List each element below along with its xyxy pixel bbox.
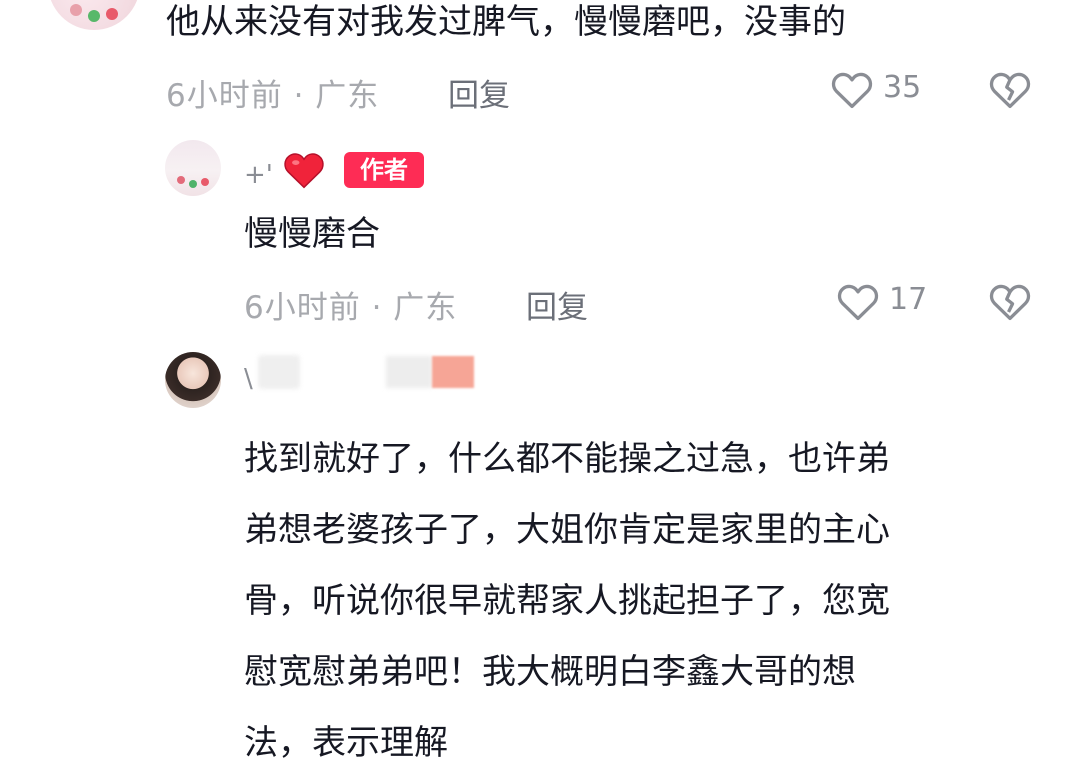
redacted-name bbox=[432, 356, 474, 388]
comment-line: 慰宽慰弟弟吧！我大概明白李鑫大哥的想 bbox=[244, 652, 856, 692]
like-count: 35 bbox=[883, 70, 922, 105]
avatar[interactable] bbox=[165, 140, 221, 196]
username[interactable]: +' bbox=[244, 160, 273, 190]
redacted-name bbox=[258, 355, 300, 389]
red-heart-emoji bbox=[282, 148, 326, 194]
dislike-button[interactable] bbox=[988, 68, 1032, 110]
red-heart-icon bbox=[284, 153, 324, 189]
comment-text: 找到就好了，什么都不能操之过急，也许弟 弟想老婆孩子了，大姐你肯定是家里的主心 … bbox=[244, 424, 1044, 779]
comment-line: 骨，听说你很早就帮家人挑起担子了，您宽 bbox=[244, 581, 890, 621]
like-button[interactable] bbox=[830, 68, 874, 110]
comment-meta: 6小时前 · 广东 bbox=[166, 78, 380, 114]
like-button[interactable] bbox=[836, 280, 880, 322]
comment-line: 弟想老婆孩子了，大姐你肯定是家里的主心 bbox=[244, 510, 890, 550]
author-badge: 作者 bbox=[344, 152, 424, 188]
comment-meta: 6小时前 · 广东 bbox=[244, 290, 458, 326]
comment-text: 慢慢磨合 bbox=[244, 214, 380, 254]
dislike-button[interactable] bbox=[988, 280, 1032, 322]
redacted-name bbox=[386, 356, 432, 388]
comment-line: 法，表示理解 bbox=[244, 723, 448, 763]
reply-button[interactable]: 回复 bbox=[448, 70, 510, 115]
reply-button[interactable]: 回复 bbox=[526, 282, 588, 327]
username[interactable]: \ bbox=[244, 364, 253, 394]
comment-text: 他从来没有对我发过脾气，慢慢磨吧，没事的 bbox=[166, 2, 846, 42]
comment-line: 找到就好了，什么都不能操之过急，也许弟 bbox=[244, 439, 890, 479]
avatar[interactable] bbox=[48, 0, 140, 30]
broken-heart-icon bbox=[989, 284, 1031, 321]
like-count: 17 bbox=[889, 282, 928, 317]
broken-heart-icon bbox=[989, 72, 1031, 109]
heart-outline-icon bbox=[837, 284, 879, 321]
avatar[interactable] bbox=[165, 352, 221, 408]
heart-outline-icon bbox=[831, 72, 873, 109]
